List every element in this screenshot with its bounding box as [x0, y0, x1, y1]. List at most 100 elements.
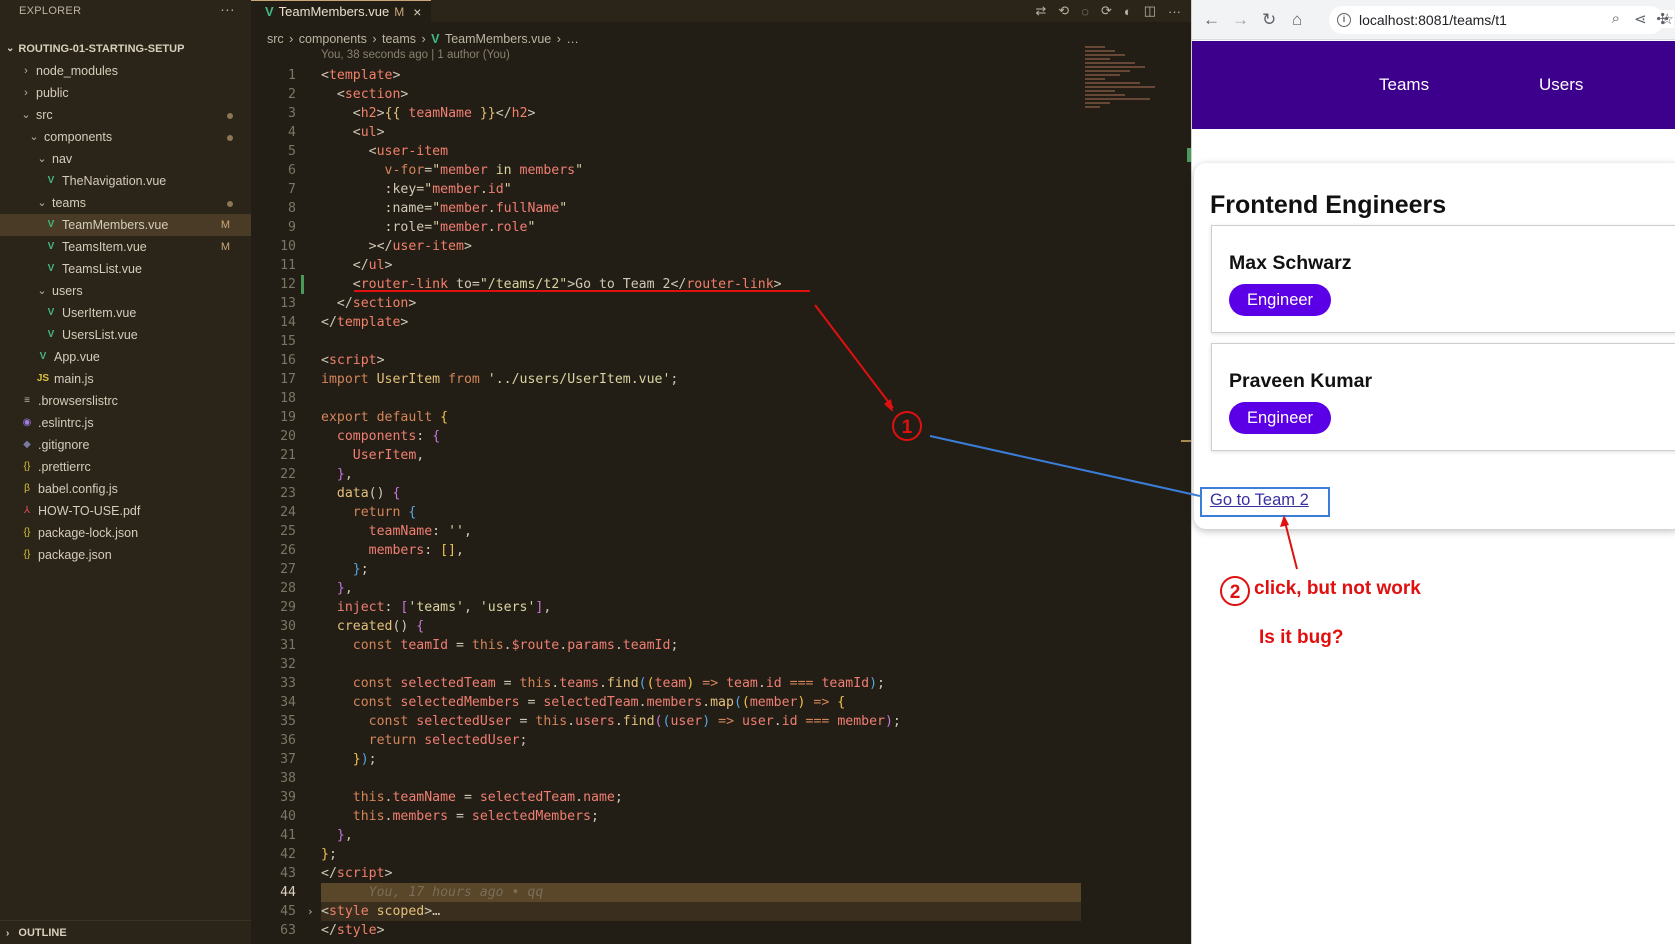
file-item[interactable]: V TheNavigation.vue	[0, 170, 251, 192]
file-item[interactable]: V UsersList.vue	[0, 324, 251, 346]
code-line[interactable]: 25 teamName: '',	[251, 522, 1191, 541]
code-line[interactable]: 16 <script>	[251, 351, 1191, 370]
code-line[interactable]: 29 inject: ['teams', 'users'],	[251, 598, 1191, 617]
code-line[interactable]: 27 };	[251, 560, 1191, 579]
folder-item[interactable]: ⌄ users	[0, 280, 251, 302]
close-tab-icon[interactable]: ×	[413, 4, 421, 20]
home-icon[interactable]: ⌂	[1292, 10, 1302, 30]
code-line[interactable]: 63 </style>	[251, 921, 1191, 940]
code-line[interactable]: 15	[251, 332, 1191, 351]
code-line[interactable]: 4 <ul>	[251, 123, 1191, 142]
file-item[interactable]: V TeamsItem.vue M	[0, 236, 251, 258]
code-line[interactable]: 22 },	[251, 465, 1191, 484]
code-line[interactable]: 37 });	[251, 750, 1191, 769]
back-icon[interactable]: ←	[1203, 10, 1220, 30]
code-line[interactable]: 1 <template>	[251, 66, 1191, 85]
file-item[interactable]: {} package-lock.json	[0, 522, 251, 544]
split-editor-icon[interactable]: ◫	[1144, 3, 1156, 19]
folder-item[interactable]: ⌄ nav	[0, 148, 251, 170]
code-line[interactable]: 11 </ul>	[251, 256, 1191, 275]
code-line[interactable]: 40 this.members = selectedMembers;	[251, 807, 1191, 826]
code-line[interactable]: 17 import UserItem from '../users/UserIte…	[251, 370, 1191, 389]
code-line[interactable]: 42};	[251, 845, 1191, 864]
tab-teammembers[interactable]: V TeamMembers.vue M ×	[251, 0, 432, 22]
code-line[interactable]: 44 You, 17 hours ago • qq	[251, 883, 1191, 902]
code-line[interactable]: 2 <section>	[251, 85, 1191, 104]
toggle-blame-icon[interactable]: ◐	[1124, 4, 1132, 19]
code-line[interactable]: 34 const selectedMembers = selectedTeam.…	[251, 693, 1191, 712]
extensions-icon[interactable]: ✣	[1656, 10, 1669, 28]
folder-item[interactable]: › public	[0, 82, 251, 104]
code-line[interactable]: 7 :key="member.id"	[251, 180, 1191, 199]
code-line[interactable]: 21 UserItem,	[251, 446, 1191, 465]
code-line[interactable]: 18	[251, 389, 1191, 408]
url-text[interactable]: localhost:8081/teams/t1	[1359, 12, 1507, 28]
go-to-team-2-link[interactable]: Go to Team 2	[1210, 491, 1309, 510]
site-info-icon[interactable]: i	[1337, 13, 1351, 27]
project-folder[interactable]: ⌄ ROUTING-01-STARTING-SETUP	[0, 38, 251, 60]
code-line[interactable]: 38	[251, 769, 1191, 788]
breadcrumb-item[interactable]: components	[299, 32, 367, 46]
code-line[interactable]: 5 <user-item	[251, 142, 1191, 161]
more-actions-icon[interactable]: ···	[220, 0, 235, 22]
outline-section[interactable]: › OUTLINE	[0, 920, 251, 944]
fold-chevron-icon[interactable]: ›	[307, 902, 314, 921]
more-actions-icon[interactable]: ···	[1168, 4, 1181, 19]
file-item[interactable]: V UserItem.vue	[0, 302, 251, 324]
address-bar[interactable]: i localhost:8081/teams/t1 ⌕ ⋖ ☆	[1329, 6, 1674, 34]
file-item[interactable]: {} .prettierrc	[0, 456, 251, 478]
code-line[interactable]: 43 </script>	[251, 864, 1191, 883]
folder-item[interactable]: ⌄ teams	[0, 192, 251, 214]
file-item[interactable]: V TeamsList.vue	[0, 258, 251, 280]
scrollbar-cursor-marker[interactable]	[1181, 440, 1191, 442]
file-item[interactable]: ≡ .browserslistrc	[0, 390, 251, 412]
code-line[interactable]: 31 const teamId = this.$route.params.tea…	[251, 636, 1191, 655]
code-area[interactable]: 1 <template> 2 <section> 3 <h2>{{ teamName …	[251, 66, 1191, 940]
code-line[interactable]: 36 return selectedUser;	[251, 731, 1191, 750]
code-line[interactable]: 8 :name="member.fullName"	[251, 199, 1191, 218]
code-line[interactable]: 19 export default {	[251, 408, 1191, 427]
folder-item[interactable]: › node_modules	[0, 60, 251, 82]
code-line[interactable]: 3 <h2>{{ teamName }}</h2>	[251, 104, 1191, 123]
minimap[interactable]	[1085, 44, 1165, 154]
breadcrumb-item[interactable]: src	[267, 32, 284, 46]
file-item[interactable]: {} package.json	[0, 544, 251, 566]
breadcrumb-item[interactable]: …	[566, 32, 579, 46]
zoom-icon[interactable]: ⌕	[1612, 10, 1620, 28]
file-item[interactable]: β babel.config.js	[0, 478, 251, 500]
file-item[interactable]: ◆ .gitignore	[0, 434, 251, 456]
code-line[interactable]: 45 › <style scoped>…	[251, 902, 1191, 921]
code-line[interactable]: 30 created() {	[251, 617, 1191, 636]
file-item[interactable]: V TeamMembers.vue M	[0, 214, 251, 236]
code-line[interactable]: 35 const selectedUser = this.users.find(…	[251, 712, 1191, 731]
code-line[interactable]: 12 <router-link to="/teams/t2">Go to Tea…	[251, 275, 1191, 294]
git-change-gutter[interactable]	[301, 275, 304, 294]
code-line[interactable]: 41 },	[251, 826, 1191, 845]
code-line[interactable]: 26 members: [],	[251, 541, 1191, 560]
code-line[interactable]: 13 </section>	[251, 294, 1191, 313]
code-line[interactable]: 28 },	[251, 579, 1191, 598]
code-line[interactable]: 20 components: {	[251, 427, 1191, 446]
code-line[interactable]: 23 data() {	[251, 484, 1191, 503]
code-line[interactable]: 33 const selectedTeam = this.teams.find(…	[251, 674, 1191, 693]
code-line[interactable]: 9 :role="member.role"	[251, 218, 1191, 237]
breadcrumb-item[interactable]: teams	[382, 32, 416, 46]
folder-item[interactable]: ⌄ src	[0, 104, 251, 126]
nav-link-teams[interactable]: Teams	[1379, 75, 1429, 95]
nav-link-users[interactable]: Users	[1539, 75, 1583, 95]
code-line[interactable]: 39 this.teamName = selectedTeam.name;	[251, 788, 1191, 807]
file-item[interactable]: JS main.js	[0, 368, 251, 390]
share-icon[interactable]: ⋖	[1634, 10, 1647, 28]
reload-icon[interactable]: ↻	[1262, 10, 1276, 30]
go-back-icon[interactable]: ⟲	[1058, 3, 1069, 19]
breadcrumb-item[interactable]: TeamMembers.vue	[445, 32, 551, 46]
file-item[interactable]: ◉ .eslintrc.js	[0, 412, 251, 434]
folder-item[interactable]: ⌄ components	[0, 126, 251, 148]
codelens-blame[interactable]: You, 38 seconds ago | 1 author (You)	[321, 49, 510, 61]
code-line[interactable]: 32	[251, 655, 1191, 674]
code-line[interactable]: 14 </template>	[251, 313, 1191, 332]
code-line[interactable]: 24 return {	[251, 503, 1191, 522]
file-item[interactable]: V App.vue	[0, 346, 251, 368]
file-item[interactable]: ⅄ HOW-TO-USE.pdf	[0, 500, 251, 522]
git-compare-icon[interactable]: ⇄	[1035, 3, 1046, 19]
